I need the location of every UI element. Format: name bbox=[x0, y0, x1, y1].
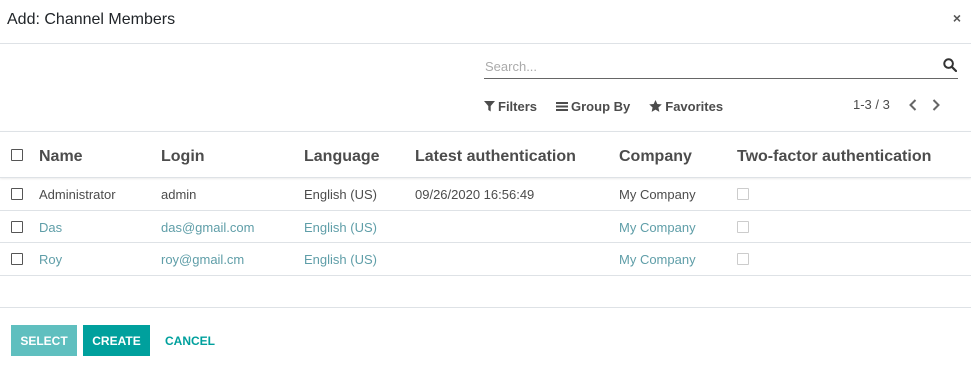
bars-icon bbox=[556, 101, 569, 111]
group-by-label: Group By bbox=[571, 98, 631, 114]
search-options: Filters Group By Favorites bbox=[484, 97, 742, 115]
table-row[interactable]: Roy roy@gmail.cm English (US) My Company bbox=[0, 243, 971, 276]
favorites-label: Favorites bbox=[665, 98, 724, 114]
close-button[interactable]: × bbox=[953, 10, 961, 26]
column-header-company[interactable]: Company bbox=[619, 148, 692, 166]
row-checkbox[interactable] bbox=[11, 253, 23, 265]
group-by-button[interactable]: Group By bbox=[556, 97, 630, 115]
cell-language: English (US) bbox=[304, 220, 377, 235]
filter-icon bbox=[484, 100, 495, 111]
search-input[interactable] bbox=[484, 56, 925, 76]
select-all-checkbox[interactable] bbox=[11, 149, 23, 161]
pager-value[interactable]: 1-3 / 3 bbox=[853, 97, 890, 112]
cell-language: English (US) bbox=[304, 187, 377, 202]
cell-company: My Company bbox=[619, 220, 696, 235]
create-button[interactable]: CREATE bbox=[83, 325, 150, 356]
cell-language: English (US) bbox=[304, 252, 377, 267]
table-row[interactable]: Administrator admin English (US) 09/26/2… bbox=[0, 178, 971, 211]
cancel-button[interactable]: CANCEL bbox=[157, 325, 223, 356]
row-checkbox[interactable] bbox=[11, 221, 23, 233]
pager: 1-3 / 3 bbox=[853, 97, 940, 112]
table-row[interactable]: Das das@gmail.com English (US) My Compan… bbox=[0, 211, 971, 243]
cell-name: Roy bbox=[39, 252, 63, 267]
chevron-right-icon[interactable] bbox=[932, 98, 940, 111]
cell-login: admin bbox=[161, 187, 197, 202]
column-header-name[interactable]: Name bbox=[39, 148, 83, 166]
column-header-login[interactable]: Login bbox=[161, 148, 205, 166]
cell-login: roy@gmail.cm bbox=[161, 252, 245, 267]
dialog-header: Add: Channel Members × bbox=[0, 0, 971, 44]
column-header-two-factor[interactable]: Two-factor authentication bbox=[737, 148, 931, 166]
dialog-title: Add: Channel Members bbox=[7, 11, 176, 28]
cell-company: My Company bbox=[619, 187, 696, 202]
footer-divider bbox=[0, 307, 971, 308]
cell-name: Das bbox=[39, 220, 63, 235]
two-factor-checkbox bbox=[737, 221, 749, 233]
column-header-latest-auth[interactable]: Latest authentication bbox=[415, 148, 576, 166]
search-icon[interactable] bbox=[943, 58, 958, 73]
filters-button[interactable]: Filters bbox=[484, 97, 537, 115]
filters-label: Filters bbox=[498, 98, 538, 114]
two-factor-checkbox bbox=[737, 253, 749, 265]
favorites-button[interactable]: Favorites bbox=[649, 97, 723, 115]
select-button[interactable]: SELECT bbox=[11, 325, 77, 356]
star-icon bbox=[649, 100, 663, 112]
cell-login: das@gmail.com bbox=[161, 220, 255, 235]
search-bar bbox=[484, 55, 958, 79]
table-header: Name Login Language Latest authenticatio… bbox=[0, 131, 971, 178]
row-checkbox[interactable] bbox=[11, 188, 23, 200]
cell-name: Administrator bbox=[39, 187, 116, 202]
two-factor-checkbox bbox=[737, 188, 749, 200]
cell-latest-auth: 09/26/2020 16:56:49 bbox=[415, 187, 535, 202]
cell-company: My Company bbox=[619, 252, 696, 267]
chevron-left-icon[interactable] bbox=[908, 98, 917, 111]
column-header-language[interactable]: Language bbox=[304, 148, 380, 166]
